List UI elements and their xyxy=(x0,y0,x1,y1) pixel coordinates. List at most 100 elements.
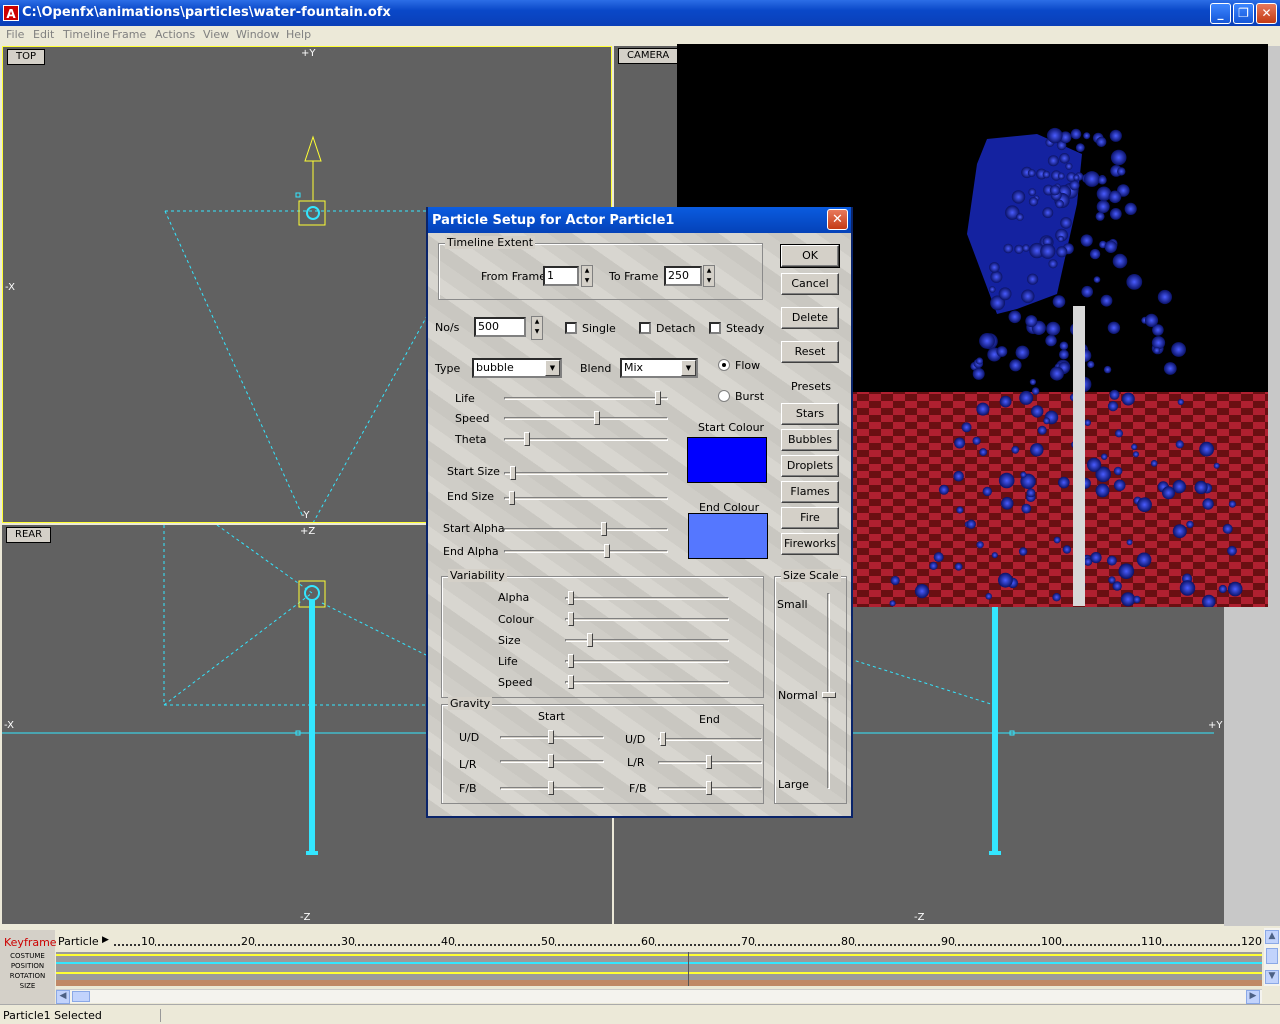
start-fb-slider[interactable] xyxy=(500,781,604,795)
menu-actions[interactable]: Actions xyxy=(155,28,195,41)
slider-thumb[interactable] xyxy=(524,432,530,446)
end-colour-swatch[interactable] xyxy=(688,513,768,559)
reset-button[interactable]: Reset xyxy=(781,341,839,363)
size-track-bar[interactable] xyxy=(56,980,1262,986)
life-slider[interactable] xyxy=(504,391,668,405)
slider-thumb[interactable] xyxy=(587,633,593,647)
current-frame-marker[interactable] xyxy=(688,952,689,986)
scroll-thumb[interactable] xyxy=(72,991,90,1002)
size-scale-thumb[interactable] xyxy=(822,692,836,698)
burst-radio[interactable] xyxy=(718,390,730,402)
maximize-button[interactable]: ❐ xyxy=(1233,3,1254,24)
start-colour-swatch[interactable] xyxy=(687,437,767,483)
scroll-down-icon[interactable]: ▼ xyxy=(1265,970,1279,984)
ok-button[interactable]: OK xyxy=(780,244,840,268)
blend-select[interactable]: Mix ▼ xyxy=(620,358,698,378)
menu-window[interactable]: Window xyxy=(236,28,279,41)
slider-thumb[interactable] xyxy=(548,781,554,795)
chevron-down-icon[interactable]: ▼ xyxy=(545,360,560,376)
close-button[interactable]: ✕ xyxy=(1256,3,1277,24)
slider-thumb[interactable] xyxy=(594,411,600,425)
end-size-slider[interactable] xyxy=(504,491,668,505)
preset-fire-button[interactable]: Fire xyxy=(781,507,839,529)
timeline-horizontal-scrollbar[interactable]: ◀ ▶ xyxy=(56,989,1262,1004)
viewport-label-camera[interactable]: CAMERA xyxy=(618,48,679,64)
end-ud-slider[interactable] xyxy=(658,732,762,746)
slider-thumb[interactable] xyxy=(568,654,574,668)
speed-slider[interactable] xyxy=(504,411,668,425)
start-ud-slider[interactable] xyxy=(500,730,604,744)
preset-droplets-button[interactable]: Droplets xyxy=(781,455,839,477)
position-track-bar[interactable] xyxy=(56,962,1262,964)
bubble-particle xyxy=(1136,552,1152,568)
costume-track-bar[interactable] xyxy=(56,954,1262,956)
app-icon[interactable]: A xyxy=(3,5,19,21)
preset-bubbles-button[interactable]: Bubbles xyxy=(781,429,839,451)
cancel-button[interactable]: Cancel xyxy=(781,273,839,295)
slider-thumb[interactable] xyxy=(568,612,574,626)
to-frame-input[interactable]: 250 xyxy=(664,266,702,286)
slider-thumb[interactable] xyxy=(568,591,574,605)
nos-input[interactable]: 500 xyxy=(474,317,526,337)
preset-flames-button[interactable]: Flames xyxy=(781,481,839,503)
size-scale-slider[interactable] xyxy=(822,593,836,789)
play-marker-icon[interactable]: ▶ xyxy=(102,935,109,945)
start-alpha-slider[interactable] xyxy=(504,522,668,536)
minimize-button[interactable]: _ xyxy=(1210,3,1231,24)
tick-label: 70 xyxy=(741,935,755,948)
type-select[interactable]: bubble ▼ xyxy=(472,358,562,378)
scroll-left-icon[interactable]: ◀ xyxy=(56,990,70,1004)
chevron-down-icon[interactable]: ▼ xyxy=(681,360,696,376)
slider-thumb[interactable] xyxy=(509,491,515,505)
preset-stars-button[interactable]: Stars xyxy=(781,403,839,425)
slider-thumb[interactable] xyxy=(548,730,554,744)
delete-button[interactable]: Delete xyxy=(781,307,839,329)
single-checkbox[interactable] xyxy=(565,322,577,334)
bubble-particle xyxy=(1083,132,1091,140)
bubble-particle xyxy=(999,395,1012,408)
timeline-tracks[interactable]: Particle ▶ 10 20 30 40 50 60 70 80 90 10… xyxy=(56,930,1262,986)
menu-view[interactable]: View xyxy=(203,28,229,41)
start-size-slider[interactable] xyxy=(504,466,668,480)
steady-checkbox[interactable] xyxy=(709,322,721,334)
timeline-vertical-scrollbar[interactable]: ▲ ▼ xyxy=(1264,928,1280,986)
slider-thumb[interactable] xyxy=(510,466,516,480)
menu-timeline[interactable]: Timeline xyxy=(63,28,110,41)
bubble-particle xyxy=(1057,172,1065,180)
menu-help[interactable]: Help xyxy=(286,28,311,41)
menu-frame[interactable]: Frame xyxy=(112,28,146,41)
scroll-right-icon[interactable]: ▶ xyxy=(1246,990,1260,1004)
slider-thumb[interactable] xyxy=(706,755,712,769)
to-frame-spinner[interactable]: ▲ ▼ xyxy=(703,265,715,287)
start-lr-slider[interactable] xyxy=(500,754,604,768)
preset-fireworks-button[interactable]: Fireworks xyxy=(781,533,839,555)
theta-slider[interactable] xyxy=(504,432,668,446)
var-alpha-slider[interactable] xyxy=(565,591,729,605)
flow-radio[interactable] xyxy=(718,359,730,371)
from-frame-spinner[interactable]: ▲ ▼ xyxy=(581,265,593,287)
detach-checkbox[interactable] xyxy=(639,322,651,334)
slider-thumb[interactable] xyxy=(604,544,610,558)
dialog-close-button[interactable]: ✕ xyxy=(827,209,848,230)
slider-thumb[interactable] xyxy=(655,391,661,405)
slider-thumb[interactable] xyxy=(706,781,712,795)
from-frame-input[interactable]: 1 xyxy=(543,266,579,286)
end-fb-slider[interactable] xyxy=(658,781,762,795)
menu-edit[interactable]: Edit xyxy=(33,28,54,41)
var-speed-slider[interactable] xyxy=(565,675,729,689)
vscroll-thumb[interactable] xyxy=(1266,948,1278,964)
nos-spinner[interactable]: ▲ ▼ xyxy=(531,316,543,340)
var-colour-slider[interactable] xyxy=(565,612,729,626)
slider-thumb[interactable] xyxy=(568,675,574,689)
scroll-up-icon[interactable]: ▲ xyxy=(1265,930,1279,944)
slider-thumb[interactable] xyxy=(660,732,666,746)
var-size-slider[interactable] xyxy=(565,633,729,647)
slider-thumb[interactable] xyxy=(548,754,554,768)
rotation-track-bar[interactable] xyxy=(56,972,1262,974)
slider-thumb[interactable] xyxy=(601,522,607,536)
menu-file[interactable]: File xyxy=(6,28,24,41)
end-alpha-slider[interactable] xyxy=(504,544,668,558)
end-lr-slider[interactable] xyxy=(658,755,762,769)
bubble-particle xyxy=(1030,443,1044,457)
var-life-slider[interactable] xyxy=(565,654,729,668)
